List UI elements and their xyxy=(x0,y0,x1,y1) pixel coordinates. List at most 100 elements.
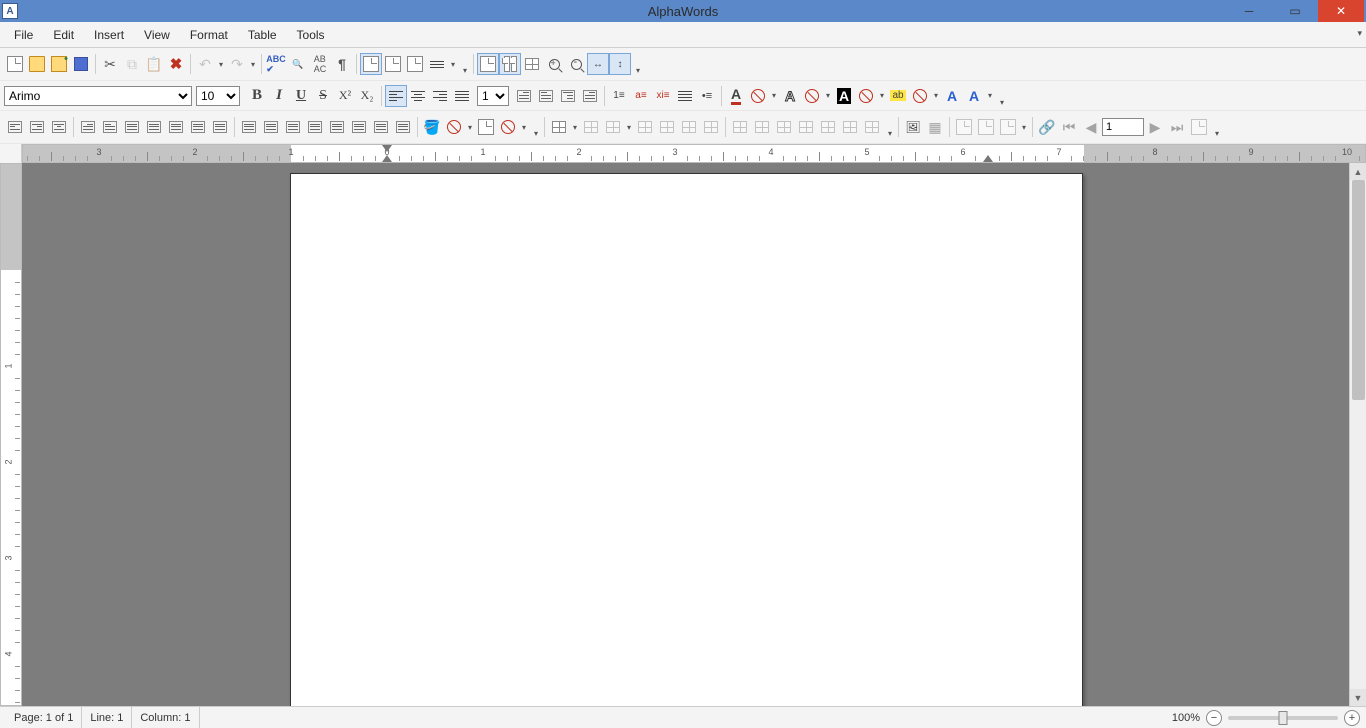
font-family-select[interactable]: Arimo xyxy=(4,86,192,106)
columns-dropdown[interactable]: ▾ xyxy=(448,60,458,69)
save-button[interactable] xyxy=(70,53,92,75)
fit-width-button[interactable]: ↔ xyxy=(587,53,609,75)
page-number-button[interactable] xyxy=(997,116,1019,138)
clear-formatting-button[interactable]: A xyxy=(963,85,985,107)
zoom-out-button[interactable] xyxy=(565,53,587,75)
first-line-indent-button[interactable] xyxy=(579,85,601,107)
para-space-before-button[interactable] xyxy=(121,116,143,138)
menu-edit[interactable]: Edit xyxy=(43,25,84,45)
open-document-button[interactable] xyxy=(26,53,48,75)
redo-dropdown[interactable]: ▾ xyxy=(248,60,258,69)
find-button[interactable]: 🔍 xyxy=(287,53,309,75)
cut-button[interactable]: ✂ xyxy=(99,53,121,75)
table-overflow[interactable]: ▾ xyxy=(885,116,895,138)
line-spacing-select[interactable]: 1 xyxy=(477,86,509,106)
redo-button[interactable]: ↷ xyxy=(226,53,248,75)
vertical-ruler[interactable]: 123456 xyxy=(0,163,22,706)
page-fill-dropdown[interactable]: ▾ xyxy=(519,123,529,132)
undo-button[interactable]: ↶ xyxy=(194,53,216,75)
insert-row-above-button[interactable] xyxy=(634,116,656,138)
toolbar2-overflow[interactable]: ▾ xyxy=(997,85,1007,107)
next-page-button[interactable]: ▶ xyxy=(1144,116,1166,138)
font-color-button[interactable]: A xyxy=(725,85,747,107)
menu-insert[interactable]: Insert xyxy=(84,25,134,45)
underline-button[interactable]: U xyxy=(290,85,312,107)
superscript-button[interactable]: X² xyxy=(334,85,356,107)
increase-indent-button[interactable] xyxy=(513,85,535,107)
insert-table-button[interactable] xyxy=(548,116,570,138)
goto-page-button[interactable] xyxy=(1188,116,1210,138)
borders-all-button[interactable] xyxy=(839,116,861,138)
delete-col-button[interactable] xyxy=(751,116,773,138)
zoom-out-status-button[interactable]: − xyxy=(1206,710,1222,726)
no-list-button[interactable] xyxy=(674,85,696,107)
last-page-button[interactable]: ⏭ xyxy=(1166,116,1188,138)
zoom-slider[interactable] xyxy=(1228,716,1338,720)
minimize-button[interactable]: ─ xyxy=(1226,0,1272,22)
document-page[interactable] xyxy=(290,173,1083,706)
tab-extra2-button[interactable] xyxy=(392,116,414,138)
vertical-scrollbar[interactable]: ▲ ▼ xyxy=(1349,163,1366,706)
recent-documents-button[interactable] xyxy=(48,53,70,75)
two-page-button[interactable] xyxy=(499,53,521,75)
page-fill-button[interactable] xyxy=(475,116,497,138)
wrap-left-button[interactable] xyxy=(4,116,26,138)
menu-tools[interactable]: Tools xyxy=(287,25,335,45)
no-marker-button[interactable] xyxy=(909,85,931,107)
italic-button[interactable]: I xyxy=(268,85,290,107)
text-effects-dropdown[interactable]: ▾ xyxy=(985,91,995,100)
lowercase-list-button[interactable]: a≡ xyxy=(630,85,652,107)
insert-row-below-button[interactable] xyxy=(656,116,678,138)
prev-page-button[interactable]: ◀ xyxy=(1080,116,1102,138)
para-indent-right-button[interactable] xyxy=(99,116,121,138)
copy-button[interactable]: ⧉ xyxy=(121,53,143,75)
no-para-fill-button[interactable] xyxy=(443,116,465,138)
wrap-right-button[interactable] xyxy=(26,116,48,138)
decrease-indent-button[interactable] xyxy=(535,85,557,107)
table-op2-button[interactable] xyxy=(602,116,624,138)
outline-color-dropdown[interactable]: ▾ xyxy=(823,91,833,100)
outline-color-button[interactable]: A xyxy=(779,85,801,107)
single-page-button[interactable] xyxy=(477,53,499,75)
no-outline-button[interactable] xyxy=(801,85,823,107)
menu-view[interactable]: View xyxy=(134,25,180,45)
tab-right-button[interactable] xyxy=(282,116,304,138)
para-fill-button[interactable]: 🪣 xyxy=(421,116,443,138)
marker-dropdown[interactable]: ▾ xyxy=(931,91,941,100)
para-indent-left-button[interactable] xyxy=(77,116,99,138)
para-fill-dropdown[interactable]: ▾ xyxy=(465,123,475,132)
menu-file[interactable]: File xyxy=(4,25,43,45)
no-highlight-button[interactable] xyxy=(855,85,877,107)
spell-check-button[interactable]: ABC✔ xyxy=(265,53,287,75)
insert-object-button[interactable]: ▦ xyxy=(924,116,946,138)
outline-view-button[interactable] xyxy=(404,53,426,75)
toolbar1-overflow[interactable]: ▾ xyxy=(460,53,470,75)
para-prop-1-button[interactable] xyxy=(187,116,209,138)
undo-dropdown[interactable]: ▾ xyxy=(216,60,226,69)
align-center-button[interactable] xyxy=(407,85,429,107)
text-effects-button[interactable]: A xyxy=(941,85,963,107)
para-prop-2-button[interactable] xyxy=(209,116,231,138)
new-document-button[interactable] xyxy=(4,53,26,75)
link-button[interactable]: 🔗 xyxy=(1036,116,1058,138)
tab-left-button[interactable] xyxy=(238,116,260,138)
page-number-dropdown[interactable]: ▾ xyxy=(1019,123,1029,132)
highlight-dropdown[interactable]: ▾ xyxy=(877,91,887,100)
toolbar3b-overflow[interactable]: ▾ xyxy=(1212,116,1222,138)
numbered-list-button[interactable]: 1≡ xyxy=(608,85,630,107)
tab-clear-button[interactable] xyxy=(348,116,370,138)
header-button[interactable] xyxy=(953,116,975,138)
align-left-button[interactable] xyxy=(385,85,407,107)
horizontal-ruler[interactable]: 43210123456789101112 xyxy=(22,144,1366,163)
hanging-indent-button[interactable] xyxy=(557,85,579,107)
font-size-select[interactable]: 10 xyxy=(196,86,240,106)
delete-table-button[interactable] xyxy=(773,116,795,138)
bullet-list-button[interactable]: •≡ xyxy=(696,85,718,107)
fit-page-button[interactable]: ↕ xyxy=(609,53,631,75)
merge-cells-button[interactable] xyxy=(795,116,817,138)
marker-button[interactable]: ab xyxy=(887,85,909,107)
highlight-button[interactable]: A xyxy=(833,85,855,107)
paragraph-marks-button[interactable]: ¶ xyxy=(331,53,353,75)
split-cells-button[interactable] xyxy=(817,116,839,138)
align-justify-button[interactable] xyxy=(451,85,473,107)
